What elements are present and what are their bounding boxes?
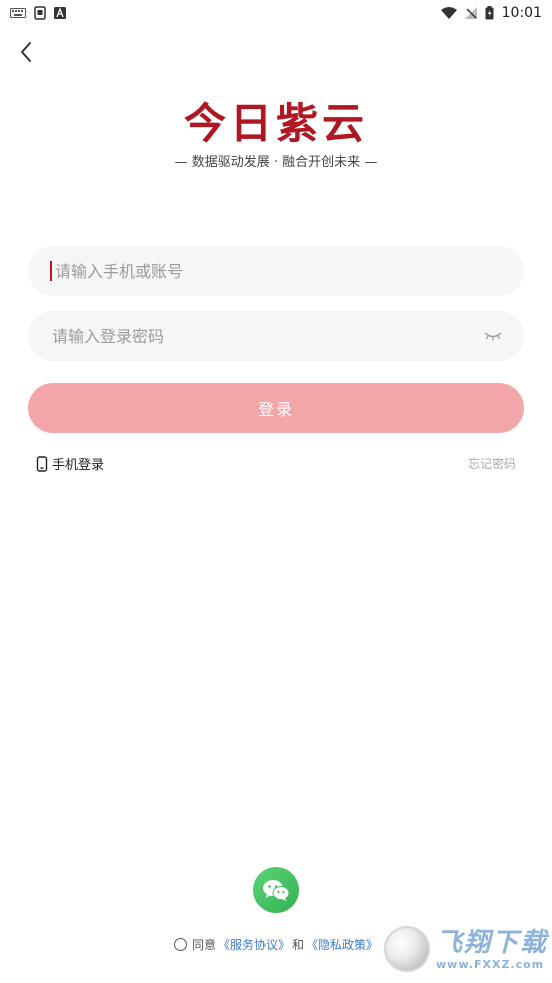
status-bar-right: 10:01 — [440, 5, 542, 21]
brand-logo: 今日紫云 — [183, 99, 368, 148]
agree-and: 和 — [292, 938, 305, 952]
wechat-login-button[interactable] — [253, 867, 299, 913]
forgot-password-link[interactable]: 忘记密码 — [468, 455, 516, 472]
phone-login-label: 手机登录 — [52, 458, 105, 473]
no-signal-icon — [464, 7, 477, 19]
brand-block: 今日紫云 — 数据驱动发展 · 融合开创未来 — — [0, 98, 552, 172]
status-time: 10:01 — [501, 5, 542, 21]
sim-toolkit-icon — [34, 6, 46, 20]
watermark-url: www.FXXZ.com — [436, 957, 545, 971]
privacy-policy-link[interactable]: 《隐私政策》 — [306, 936, 378, 953]
agree-prefix: 同意 — [192, 938, 217, 952]
password-field[interactable] — [28, 311, 524, 361]
wechat-icon — [263, 880, 290, 901]
keyboard-icon — [10, 8, 26, 18]
chevron-left-icon — [21, 42, 31, 62]
eye-closed-icon[interactable] — [484, 331, 502, 341]
agreement-row: 同意 《服务协议》 和 《隐私政策》 — [174, 936, 378, 953]
status-bar: 10:01 — [0, 0, 552, 26]
watermark-logo — [384, 926, 430, 972]
watermark-name: 飞翔下载 — [436, 927, 549, 958]
watermark-text: 飞翔下载 www.FXXZ.com — [436, 928, 548, 971]
wifi-icon — [440, 7, 457, 19]
phone-icon — [36, 455, 48, 472]
agree-radio[interactable] — [174, 938, 187, 951]
login-button[interactable]: 登录 — [28, 383, 524, 433]
account-input[interactable] — [53, 260, 502, 282]
text-a-icon — [54, 7, 66, 19]
phone-login-link[interactable]: 手机登录 — [36, 454, 104, 473]
site-watermark: 飞翔下载 www.FXXZ.com — [384, 920, 550, 978]
battery-icon — [485, 6, 494, 20]
brand-slogan: — 数据驱动发展 · 融合开创未来 — — [174, 155, 378, 170]
account-field[interactable] — [28, 246, 524, 296]
status-bar-left — [10, 6, 66, 20]
service-agreement-link[interactable]: 《服务协议》 — [218, 936, 290, 953]
password-input[interactable] — [50, 325, 478, 347]
back-button[interactable] — [16, 38, 38, 66]
text-caret — [50, 261, 52, 281]
